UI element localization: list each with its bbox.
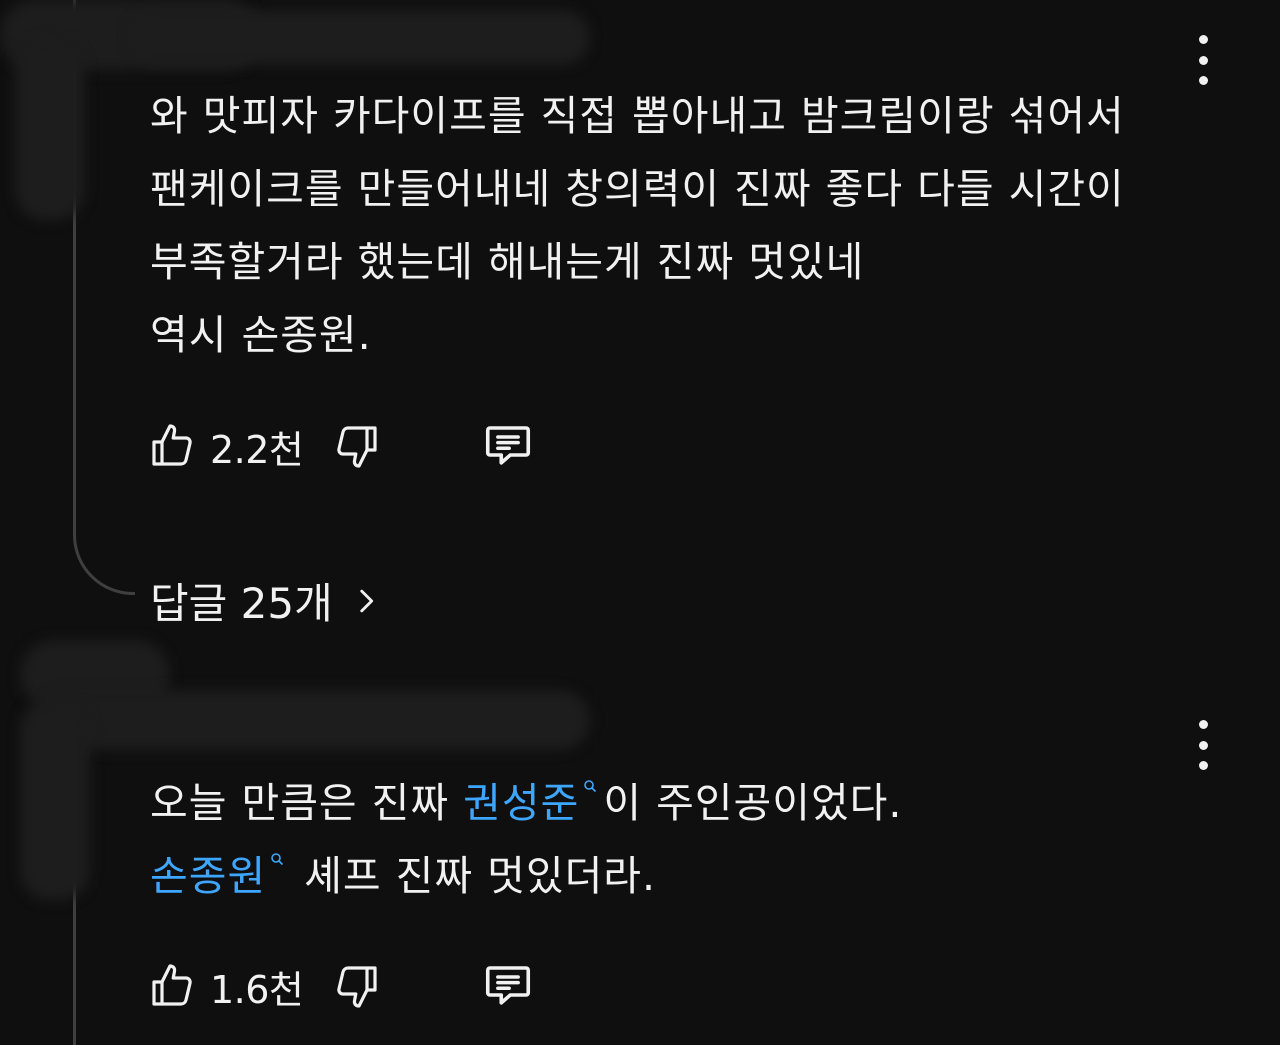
thumbs-up-icon bbox=[152, 964, 192, 1006]
comment-text-segment: 이 주인공이었다. bbox=[603, 779, 903, 827]
more-vert-icon bbox=[1198, 35, 1208, 44]
dislike-button[interactable] bbox=[333, 962, 381, 1010]
redaction-mark bbox=[20, 700, 90, 900]
like-count: 1.6천 bbox=[210, 967, 304, 1012]
redaction-mark bbox=[15, 40, 85, 220]
reply-button[interactable] bbox=[481, 959, 535, 1013]
comment-actions: 2.2천 bbox=[148, 416, 535, 476]
view-replies-button[interactable]: 답글 25개 bbox=[150, 570, 383, 631]
comment-text: 와 맛피자 카다이프를 직접 뽑아내고 밤크림이랑 섞어서 팬케이크를 만들어내… bbox=[150, 80, 1190, 372]
comment-text-segment: 오늘 만큼은 진짜 bbox=[150, 779, 464, 827]
thumbs-down-icon bbox=[337, 966, 378, 1008]
redaction-mark bbox=[40, 690, 590, 750]
like-button[interactable]: 1.6천 bbox=[148, 959, 304, 1014]
comment-more-button[interactable] bbox=[1188, 720, 1218, 770]
like-button[interactable]: 2.2천 bbox=[148, 419, 304, 474]
comment-actions: 1.6천 bbox=[148, 956, 535, 1016]
search-icon bbox=[271, 853, 284, 866]
comment-body: 와 맛피자 카다이프를 직접 뽑아내고 밤크림이랑 섞어서 팬케이크를 만들어내… bbox=[150, 80, 1190, 372]
comment-text-segment: 셰프 진짜 멋있더라. bbox=[290, 852, 657, 900]
more-vert-icon bbox=[1198, 720, 1208, 729]
comment-text-line: 부족할거라 했는데 해내는게 진짜 멋있네 bbox=[150, 238, 865, 286]
replies-count-label: 답글 25개 bbox=[150, 579, 333, 628]
mention-link[interactable]: 권성준 bbox=[463, 779, 579, 827]
comment-text-line: 팬케이크를 만들어내네 창의력이 진짜 좋다 다들 시간이 bbox=[150, 165, 1125, 213]
more-vert-icon-dot bbox=[1198, 761, 1208, 770]
comment-text: 오늘 만큼은 진짜 권성준 이 주인공이었다. 손종원 셰프 진짜 멋있더라. bbox=[150, 767, 1190, 913]
comment-more-button[interactable] bbox=[1188, 35, 1218, 85]
comment-icon bbox=[486, 426, 531, 465]
comment-text-line: 와 맛피자 카다이프를 직접 뽑아내고 밤크림이랑 섞어서 bbox=[150, 92, 1125, 140]
comment-text-line: 역시 손종원. bbox=[150, 311, 372, 359]
thumbs-down-icon bbox=[337, 426, 378, 468]
comment-text-line: 손종원 셰프 진짜 멋있더라. bbox=[150, 840, 1190, 913]
reply-button[interactable] bbox=[481, 419, 535, 473]
comment-icon bbox=[486, 966, 531, 1005]
redaction-mark bbox=[130, 10, 590, 65]
more-vert-icon-dot bbox=[1198, 76, 1208, 85]
dislike-button[interactable] bbox=[333, 422, 381, 470]
thumbs-up-icon bbox=[152, 424, 192, 466]
more-vert-icon-dot bbox=[1198, 55, 1208, 65]
mention-link[interactable]: 손종원 bbox=[150, 852, 266, 900]
comment-body: 오늘 만큼은 진짜 권성준 이 주인공이었다. 손종원 셰프 진짜 멋있더라. bbox=[150, 767, 1190, 913]
more-vert-icon-dot bbox=[1198, 740, 1208, 750]
search-icon bbox=[584, 780, 597, 793]
chevron-right-icon bbox=[360, 589, 373, 612]
thread-connector-curve bbox=[73, 520, 135, 595]
like-count: 2.2천 bbox=[210, 427, 304, 472]
comment-text-line: 오늘 만큼은 진짜 권성준 이 주인공이었다. bbox=[150, 767, 1190, 840]
